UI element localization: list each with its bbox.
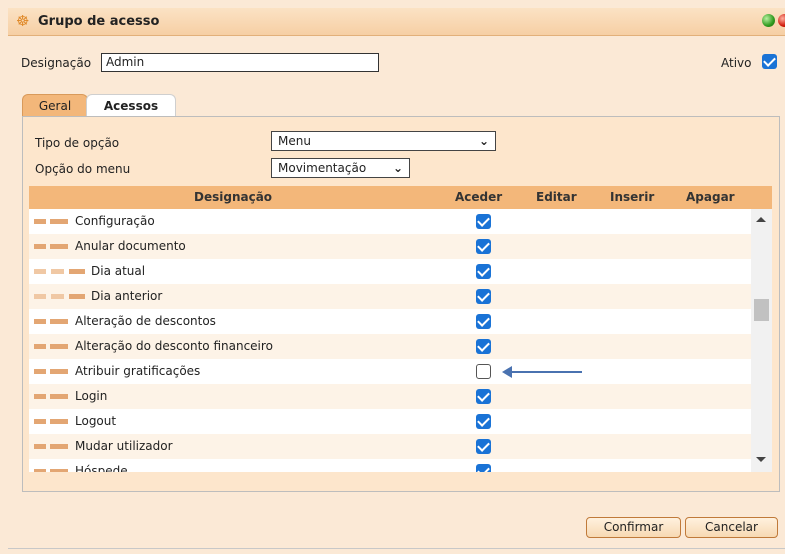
red-dot-icon[interactable] xyxy=(778,14,785,27)
row-label: Hóspede xyxy=(75,464,128,472)
tree-indent-marker xyxy=(50,469,68,472)
org-tree-icon: ☸ xyxy=(16,12,30,30)
table-row[interactable]: Mudar utilizador xyxy=(29,434,751,459)
tree-indent-marker xyxy=(51,269,64,274)
table-row[interactable]: Alteração do desconto financeiro xyxy=(29,334,751,359)
ativo-checkbox[interactable] xyxy=(762,54,777,69)
row-label: Mudar utilizador xyxy=(75,439,173,453)
aceder-checkbox[interactable] xyxy=(476,214,491,229)
row-label: Dia anterior xyxy=(91,289,163,303)
grid-scrollbar[interactable] xyxy=(751,209,772,472)
tipo-opcao-select[interactable]: Menu ⌄ xyxy=(271,131,496,151)
table-row[interactable]: Atribuir gratificações xyxy=(29,359,751,384)
aceder-checkbox[interactable] xyxy=(476,239,491,254)
row-label: Alteração de descontos xyxy=(75,314,216,328)
title-bar: ☸ Grupo de acesso xyxy=(8,8,785,36)
row-label: Configuração xyxy=(75,214,155,228)
row-label: Alteração do desconto financeiro xyxy=(75,339,273,353)
tree-indent-marker xyxy=(34,344,46,349)
aceder-checkbox[interactable] xyxy=(476,339,491,354)
table-row[interactable]: Alteração de descontos xyxy=(29,309,751,334)
row-label: Login xyxy=(75,389,108,403)
scroll-thumb[interactable] xyxy=(754,299,769,321)
grid-header: Designação Aceder Editar Inserir Apagar xyxy=(29,186,772,209)
row-label: Dia atual xyxy=(91,264,146,278)
tree-indent-marker xyxy=(50,419,68,424)
green-dot-icon[interactable] xyxy=(762,14,775,27)
row-label: Logout xyxy=(75,414,117,428)
chevron-down-icon: ⌄ xyxy=(392,161,403,175)
aceder-checkbox[interactable] xyxy=(476,439,491,454)
opcao-menu-label: Opção do menu xyxy=(35,162,131,176)
table-row[interactable]: Login xyxy=(29,384,751,409)
chevron-down-icon: ⌄ xyxy=(478,134,489,148)
table-row[interactable]: Configuração xyxy=(29,209,751,234)
aceder-checkbox[interactable] xyxy=(476,464,491,472)
annotation-arrow-icon xyxy=(502,366,512,378)
row-label: Atribuir gratificações xyxy=(75,364,201,378)
tree-indent-marker xyxy=(34,319,46,324)
row-label: Anular documento xyxy=(75,239,186,253)
designacao-input[interactable]: Admin xyxy=(101,53,379,72)
tab-acessos[interactable]: Acessos xyxy=(86,94,176,116)
scroll-up-icon[interactable] xyxy=(756,217,766,222)
tree-indent-marker xyxy=(34,369,46,374)
window-title: Grupo de acesso xyxy=(38,14,160,29)
tipo-opcao-label: Tipo de opção xyxy=(35,136,120,150)
table-row[interactable]: Anular documento xyxy=(29,234,751,259)
confirm-button[interactable]: Confirmar xyxy=(586,517,681,538)
tree-indent-marker xyxy=(50,394,68,399)
tree-indent-marker xyxy=(34,469,46,472)
column-designacao[interactable]: Designação xyxy=(194,190,272,204)
table-row[interactable]: Logout xyxy=(29,409,751,434)
tree-indent-marker xyxy=(34,244,46,249)
column-aceder[interactable]: Aceder xyxy=(455,190,502,204)
tree-indent-marker xyxy=(50,369,68,374)
aceder-checkbox[interactable] xyxy=(476,414,491,429)
cancel-button[interactable]: Cancelar xyxy=(685,517,778,538)
tree-indent-marker xyxy=(34,444,46,449)
tree-indent-marker xyxy=(34,219,46,224)
tree-indent-marker xyxy=(34,419,46,424)
tree-indent-marker xyxy=(50,319,68,324)
opcao-menu-value: Movimentação xyxy=(278,161,367,175)
aceder-checkbox[interactable] xyxy=(476,389,491,404)
aceder-checkbox[interactable] xyxy=(476,364,491,379)
column-apagar[interactable]: Apagar xyxy=(686,190,735,204)
tree-indent-marker xyxy=(51,294,64,299)
ativo-label: Ativo xyxy=(721,56,752,70)
tree-indent-marker xyxy=(34,294,46,299)
aceder-checkbox[interactable] xyxy=(476,264,491,279)
table-row[interactable]: Hóspede xyxy=(29,459,751,472)
tab-geral[interactable]: Geral xyxy=(22,94,88,116)
aceder-checkbox[interactable] xyxy=(476,289,491,304)
annotation-arrow-line xyxy=(510,371,582,373)
designacao-label: Designação xyxy=(21,56,92,70)
aceder-checkbox[interactable] xyxy=(476,314,491,329)
divider xyxy=(8,548,785,549)
tree-indent-marker xyxy=(50,244,68,249)
tree-indent-marker xyxy=(34,394,46,399)
tree-indent-marker xyxy=(69,269,85,274)
table-row[interactable]: Dia anterior xyxy=(29,284,751,309)
tree-indent-marker xyxy=(69,294,85,299)
tree-indent-marker xyxy=(50,344,68,349)
tree-indent-marker xyxy=(50,444,68,449)
tipo-opcao-value: Menu xyxy=(278,134,311,148)
column-editar[interactable]: Editar xyxy=(536,190,577,204)
access-group-window: ☸ Grupo de acesso Designação Admin Ativo… xyxy=(0,0,785,554)
column-inserir[interactable]: Inserir xyxy=(610,190,654,204)
opcao-menu-select[interactable]: Movimentação ⌄ xyxy=(271,158,410,178)
table-row[interactable]: Dia atual xyxy=(29,259,751,284)
scroll-down-icon[interactable] xyxy=(756,457,766,462)
tree-indent-marker xyxy=(50,219,68,224)
tree-indent-marker xyxy=(34,269,46,274)
access-grid: Configuração Anular documento Dia atual Dia… xyxy=(29,209,751,472)
